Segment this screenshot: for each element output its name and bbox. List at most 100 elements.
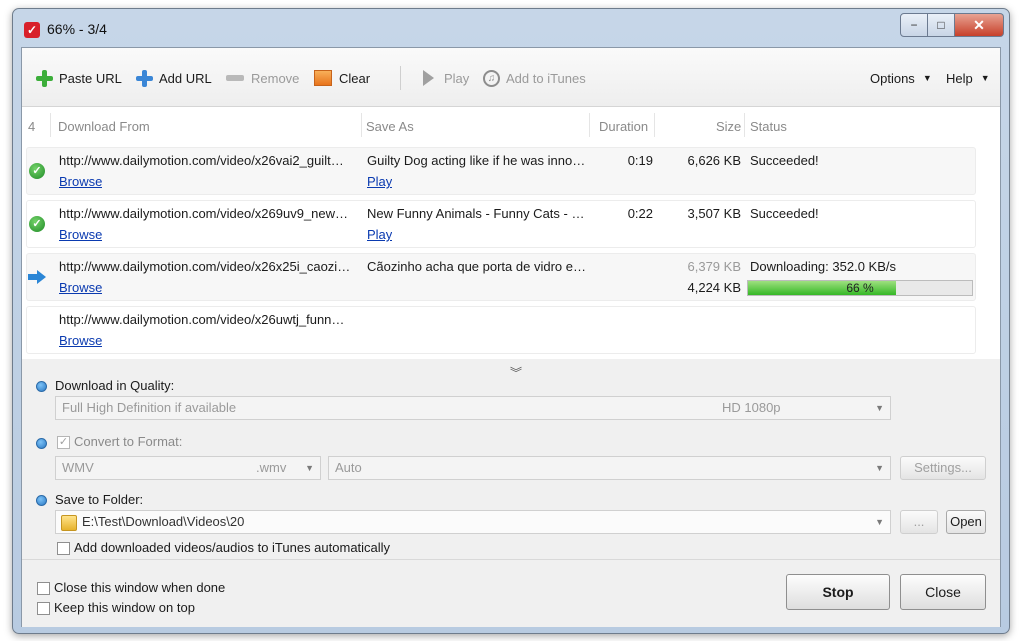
options-menu[interactable]: Options ▼: [870, 68, 932, 88]
row-duration: 0:22: [627, 206, 653, 221]
download-list[interactable]: 4 Download From Save As Duration Size St…: [22, 107, 1000, 359]
save-folder-label: Save to Folder:: [55, 492, 144, 507]
column-size[interactable]: Size: [716, 119, 741, 134]
add-url-label: Add URL: [159, 70, 212, 86]
row-size: 3,507 KB: [687, 206, 742, 221]
row-status: Succeeded!: [750, 153, 819, 168]
footer: Close this window when done Keep this wi…: [22, 559, 1000, 627]
itunes-note-icon: ♫: [483, 69, 500, 87]
header-separator: [654, 113, 655, 137]
minimize-button[interactable]: −: [900, 13, 928, 37]
row-play-link[interactable]: Play: [367, 227, 392, 242]
itunes-auto-checkbox[interactable]: [57, 542, 70, 555]
row-save-as: Guilty Dog acting like if he was inno…: [367, 153, 586, 168]
column-download-from[interactable]: Download From: [58, 119, 150, 134]
row-status: Succeeded!: [750, 206, 819, 221]
close-when-done-checkbox[interactable]: [37, 582, 50, 595]
add-to-itunes-button[interactable]: ♫ Add to iTunes: [483, 68, 586, 88]
keep-on-top-label: Keep this window on top: [54, 600, 195, 615]
format-select[interactable]: WMV .wmv ▼: [55, 456, 321, 480]
row-play-link[interactable]: Play: [367, 174, 392, 189]
row-url: http://www.dailymotion.com/video/x26x25i…: [59, 259, 351, 274]
collapse-toggle-icon[interactable]: ︾: [510, 364, 522, 381]
column-save-as[interactable]: Save As: [366, 119, 414, 134]
client-area: Paste URL Add URL Remove Clear Play ♫ Ad…: [21, 47, 1001, 627]
row-save-as: New Funny Animals - Funny Cats - …: [367, 206, 585, 221]
browse-folder-button[interactable]: ...: [900, 510, 938, 534]
stop-button[interactable]: Stop: [786, 574, 890, 610]
folder-bullet-icon: [36, 495, 47, 506]
success-check-icon: ✓: [29, 163, 45, 179]
row-total-size: 6,379 KB: [687, 259, 742, 274]
header-separator: [50, 113, 51, 137]
format-value: WMV: [62, 460, 94, 475]
clear-label: Clear: [339, 70, 371, 86]
title-bar[interactable]: ✓ 66% - 3/4 − □ ✕: [13, 9, 1009, 47]
header-separator: [361, 113, 362, 137]
close-window-button[interactable]: ✕: [955, 13, 1004, 37]
format-dropdown-icon: ▼: [305, 463, 314, 473]
format-profile-select[interactable]: Auto ▼: [328, 456, 891, 480]
download-progress-bar: 66 %: [747, 280, 973, 296]
window-title: 66% - 3/4: [47, 21, 107, 37]
window-controls: − □ ✕: [900, 13, 1004, 37]
quality-resolution: HD 1080p: [722, 400, 781, 415]
help-label: Help: [946, 70, 973, 86]
table-row[interactable]: ✓ http://www.dailymotion.com/video/x269u…: [26, 200, 976, 248]
play-button[interactable]: Play: [423, 68, 469, 88]
table-row[interactable]: http://www.dailymotion.com/video/x26x25i…: [26, 253, 976, 301]
row-browse-link[interactable]: Browse: [59, 227, 102, 242]
add-plus-icon: [136, 69, 153, 87]
table-row[interactable]: http://www.dailymotion.com/video/x26uwtj…: [26, 306, 976, 354]
quality-dropdown-icon: ▼: [875, 403, 884, 413]
remove-button[interactable]: Remove: [226, 68, 299, 88]
quality-select[interactable]: Full High Definition if available HD 108…: [55, 396, 891, 420]
keep-on-top-checkbox[interactable]: [37, 602, 50, 615]
row-url: http://www.dailymotion.com/video/x26uwtj…: [59, 312, 345, 327]
add-to-itunes-label: Add to iTunes: [506, 70, 586, 86]
options-caret-icon: ▼: [922, 73, 932, 83]
clear-icon: [314, 70, 332, 86]
row-browse-link[interactable]: Browse: [59, 174, 102, 189]
row-browse-link[interactable]: Browse: [59, 333, 102, 348]
options-label: Options: [870, 70, 915, 86]
open-folder-button[interactable]: Open: [946, 510, 986, 534]
maximize-button[interactable]: □: [928, 13, 955, 37]
quality-value: Full High Definition if available: [62, 400, 237, 415]
play-label: Play: [444, 70, 470, 86]
row-size: 6,626 KB: [687, 153, 742, 168]
table-row[interactable]: ✓ http://www.dailymotion.com/video/x26va…: [26, 147, 976, 195]
row-status: Downloading: 352.0 KB/s: [750, 259, 896, 274]
item-count: 4: [28, 119, 36, 134]
settings-button[interactable]: Settings...: [900, 456, 986, 480]
quality-bullet-icon: [36, 381, 47, 392]
profile-dropdown-icon: ▼: [875, 463, 884, 473]
help-caret-icon: ▼: [980, 73, 990, 83]
paste-plus-icon: [36, 69, 53, 87]
remove-icon: [226, 75, 244, 81]
help-menu[interactable]: Help ▼: [946, 68, 990, 88]
row-browse-link[interactable]: Browse: [59, 280, 102, 295]
column-status[interactable]: Status: [750, 119, 787, 134]
convert-format-label: Convert to Format:: [74, 434, 183, 449]
save-folder-select[interactable]: E:\Test\Download\Videos\20 ▼: [55, 510, 891, 534]
play-icon: [423, 70, 434, 86]
close-when-done-label: Close this window when done: [54, 580, 226, 595]
row-url: http://www.dailymotion.com/video/x269uv9…: [59, 206, 349, 221]
save-folder-path: E:\Test\Download\Videos\20: [82, 514, 245, 529]
row-size: 4,224 KB: [687, 280, 742, 295]
format-extension: .wmv: [256, 460, 287, 475]
app-window: ✓ 66% - 3/4 − □ ✕ Paste URL Add URL Remo…: [12, 8, 1010, 634]
header-separator: [744, 113, 745, 137]
paste-url-button[interactable]: Paste URL: [36, 68, 122, 88]
add-url-button[interactable]: Add URL: [136, 68, 212, 88]
toolbar: Paste URL Add URL Remove Clear Play ♫ Ad…: [22, 48, 1000, 107]
column-duration[interactable]: Duration: [599, 119, 648, 134]
app-logo-icon: ✓: [24, 22, 40, 38]
convert-format-checkbox[interactable]: ✓: [57, 436, 70, 449]
folder-dropdown-icon: ▼: [875, 517, 884, 527]
clear-button[interactable]: Clear: [314, 68, 370, 88]
itunes-auto-label: Add downloaded videos/audios to iTunes a…: [74, 540, 391, 555]
close-button[interactable]: Close: [900, 574, 986, 610]
row-url: http://www.dailymotion.com/video/x26vai2…: [59, 153, 344, 168]
